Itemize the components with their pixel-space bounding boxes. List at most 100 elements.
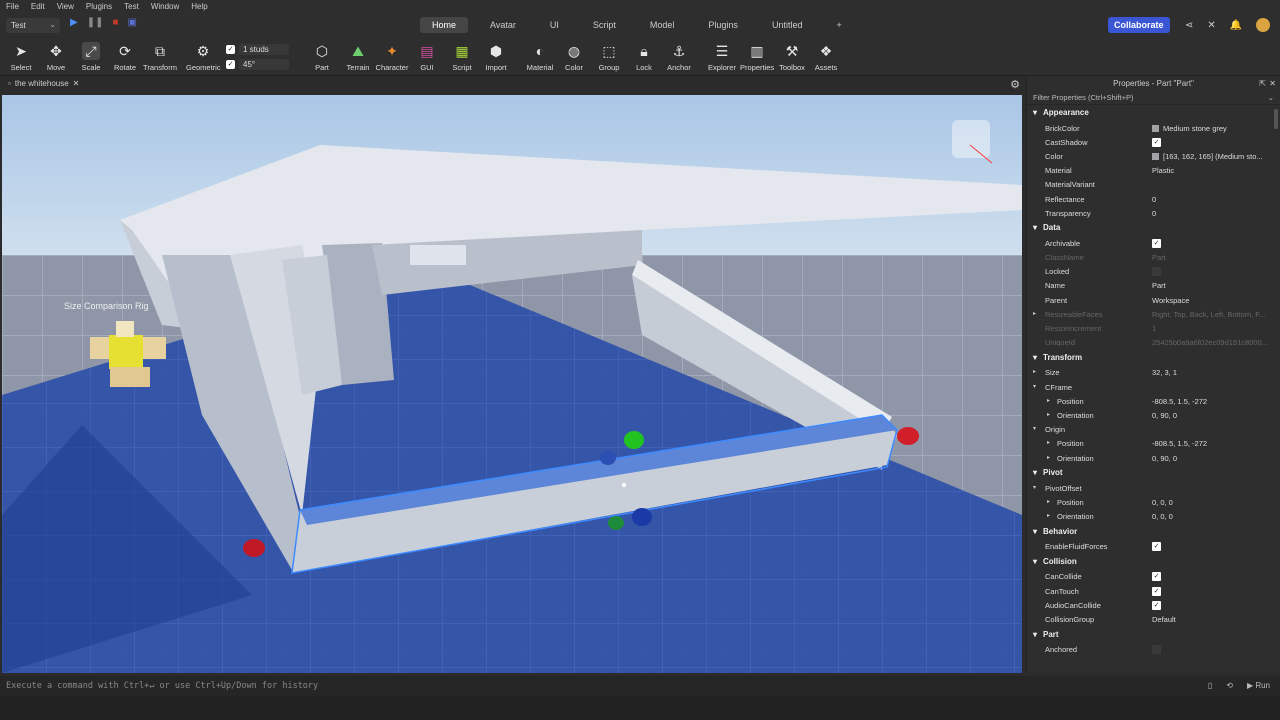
script-tool[interactable]: ▦ Script bbox=[445, 42, 479, 72]
fluidforces-checkbox[interactable]: ✓ bbox=[1152, 542, 1161, 552]
prop-enablefluidforces[interactable]: EnableFluidForces ✓ bbox=[1027, 540, 1280, 554]
notifications-icon[interactable]: 🔔 bbox=[1230, 20, 1242, 31]
collaborate-button[interactable]: Collaborate bbox=[1108, 17, 1170, 33]
menu-test[interactable]: Test bbox=[124, 2, 139, 11]
section-part[interactable]: ▾ Part bbox=[1027, 627, 1280, 643]
prop-value[interactable]: 32, 3, 1 bbox=[1152, 368, 1280, 377]
collapse-icon[interactable]: ▾ bbox=[1033, 425, 1036, 432]
section-collision[interactable]: ▾ Collision bbox=[1027, 554, 1280, 570]
stop-icon[interactable]: ■ bbox=[112, 17, 118, 28]
expand-icon[interactable]: ▸ bbox=[1047, 498, 1050, 505]
prop-cancollide[interactable]: CanCollide ✓ bbox=[1027, 570, 1280, 584]
cantouch-checkbox[interactable]: ✓ bbox=[1152, 586, 1161, 596]
prop-value[interactable]: Part bbox=[1152, 281, 1280, 290]
prop-brickcolor[interactable]: BrickColor Medium stone grey bbox=[1027, 121, 1280, 135]
tab-script[interactable]: Script bbox=[581, 17, 628, 33]
snap-rotate-input[interactable]: 45° bbox=[239, 59, 289, 70]
menu-edit[interactable]: Edit bbox=[31, 2, 45, 11]
pause-icon[interactable]: ❚❚ bbox=[87, 17, 104, 28]
place-selector[interactable]: Test ⌄ bbox=[6, 18, 60, 33]
select-tool[interactable]: ➤ Select bbox=[4, 42, 38, 72]
prop-value[interactable]: 0, 0, 0 bbox=[1152, 498, 1280, 507]
prop-origin[interactable]: ▾ Origin bbox=[1027, 423, 1280, 437]
prop-pivotoffset[interactable]: ▾ PivotOffset bbox=[1027, 481, 1280, 495]
expand-icon[interactable]: ▸ bbox=[1047, 454, 1050, 461]
prop-value[interactable]: 0, 90, 0 bbox=[1152, 454, 1280, 463]
menu-plugins[interactable]: Plugins bbox=[86, 2, 112, 11]
prop-castshadow[interactable]: CastShadow ✓ bbox=[1027, 135, 1280, 149]
cancollide-checkbox[interactable]: ✓ bbox=[1152, 572, 1161, 582]
color-tool[interactable]: ◍ Color bbox=[557, 42, 591, 72]
filter-properties-input[interactable]: Filter Properties (Ctrl+Shift+P) ⌄ bbox=[1027, 91, 1280, 105]
toolbox-tool[interactable]: ⚒ Toolbox bbox=[775, 42, 809, 72]
group-tool[interactable]: ⬚ Group bbox=[592, 42, 626, 72]
prop-value[interactable]: 0, 90, 0 bbox=[1152, 411, 1280, 420]
collapse-icon[interactable]: ▾ bbox=[1033, 383, 1036, 390]
prop-origin-position[interactable]: ▸ Position -808.5, 1.5, -272 bbox=[1027, 437, 1280, 451]
expand-icon[interactable]: ▸ bbox=[1047, 397, 1050, 404]
close-icon[interactable]: ✕ bbox=[1269, 77, 1276, 91]
tab-model[interactable]: Model bbox=[638, 17, 687, 33]
expand-icon[interactable]: ▸ bbox=[1047, 439, 1050, 446]
doc-tab-place[interactable]: ▫ the whitehouse ✕ bbox=[8, 79, 79, 88]
section-transform[interactable]: ▾ Transform bbox=[1027, 350, 1280, 366]
prop-color[interactable]: Color [163, 162, 165] (Medium sto... bbox=[1027, 149, 1280, 163]
prop-locked[interactable]: Locked bbox=[1027, 265, 1280, 279]
popout-icon[interactable]: ⇱ bbox=[1259, 77, 1266, 91]
scale-tool[interactable]: ⤢ Scale bbox=[74, 42, 108, 72]
command-bar[interactable]: Execute a command with Ctrl+↵ or use Ctr… bbox=[0, 676, 1280, 696]
prop-audiocancollide[interactable]: AudioCanCollide ✓ bbox=[1027, 598, 1280, 612]
team-create-icon[interactable]: ✕ bbox=[1207, 20, 1215, 31]
assets-tool[interactable]: ❖ Assets bbox=[809, 42, 843, 72]
expand-icon[interactable]: ▸ bbox=[1047, 512, 1050, 519]
transform-tool[interactable]: ⧉ Transform bbox=[143, 42, 177, 72]
menu-help[interactable]: Help bbox=[191, 2, 207, 11]
expand-icon[interactable]: ▸ bbox=[1033, 310, 1036, 317]
prop-parent[interactable]: Parent Workspace bbox=[1027, 293, 1280, 307]
prop-origin-orientation[interactable]: ▸ Orientation 0, 90, 0 bbox=[1027, 451, 1280, 465]
part-tool[interactable]: ⬡ Part bbox=[305, 42, 339, 72]
chevron-down-icon[interactable]: ⌄ bbox=[1268, 91, 1274, 105]
audiocancollide-checkbox[interactable]: ✓ bbox=[1152, 600, 1161, 610]
prop-value[interactable]: -808.5, 1.5, -272 bbox=[1152, 439, 1280, 448]
expand-icon[interactable]: ▸ bbox=[1033, 368, 1036, 375]
prop-value[interactable]: -808.5, 1.5, -272 bbox=[1152, 397, 1280, 406]
tab-plugins[interactable]: Plugins bbox=[696, 17, 750, 33]
share-icon[interactable]: ⋖ bbox=[1185, 20, 1193, 31]
gear-icon[interactable]: ⚙ bbox=[1010, 78, 1020, 91]
geometric-tool[interactable]: ⚙ Geometric bbox=[186, 42, 221, 72]
prop-resizeablefaces[interactable]: ▸ ResizeableFaces Right, Top, Back, Left, … bbox=[1027, 307, 1280, 321]
locked-checkbox[interactable] bbox=[1152, 267, 1161, 277]
anchored-checkbox[interactable] bbox=[1152, 645, 1161, 655]
collapse-icon[interactable]: ▾ bbox=[1033, 484, 1036, 491]
section-appearance[interactable]: ▾ Appearance bbox=[1027, 105, 1280, 121]
tab-home[interactable]: Home bbox=[420, 17, 469, 33]
prop-value[interactable]: 0, 0, 0 bbox=[1152, 512, 1280, 521]
prop-pivot-orientation[interactable]: ▸ Orientation 0, 0, 0 bbox=[1027, 510, 1280, 524]
rotate-tool[interactable]: ⟳ Rotate bbox=[108, 42, 142, 72]
prop-size[interactable]: ▸ Size 32, 3, 1 bbox=[1027, 366, 1280, 380]
explorer-tool[interactable]: ☰ Explorer bbox=[705, 42, 739, 72]
menu-window[interactable]: Window bbox=[151, 2, 179, 11]
tab-untitled[interactable]: Untitled bbox=[760, 17, 815, 33]
prop-reflectance[interactable]: Reflectance 0 bbox=[1027, 192, 1280, 206]
snap-move-input[interactable]: 1 studs bbox=[239, 44, 289, 55]
prop-pivot-position[interactable]: ▸ Position 0, 0, 0 bbox=[1027, 495, 1280, 509]
material-tool[interactable]: ◐ Material bbox=[523, 42, 557, 72]
prop-name[interactable]: Name Part bbox=[1027, 279, 1280, 293]
castshadow-checkbox[interactable]: ✓ bbox=[1152, 137, 1161, 147]
prop-cframe[interactable]: ▾ CFrame bbox=[1027, 380, 1280, 394]
avatar[interactable] bbox=[1256, 18, 1271, 32]
prop-cframe-orientation[interactable]: ▸ Orientation 0, 90, 0 bbox=[1027, 408, 1280, 422]
prop-collisiongroup[interactable]: CollisionGroup Default bbox=[1027, 612, 1280, 626]
snap-move-checkbox[interactable]: ✓ bbox=[226, 45, 235, 54]
run-button[interactable]: ▶ Run bbox=[1247, 676, 1270, 696]
prop-transparency[interactable]: Transparency 0 bbox=[1027, 206, 1280, 220]
close-icon[interactable]: ✕ bbox=[73, 79, 80, 88]
scrollbar[interactable] bbox=[1274, 109, 1278, 129]
section-data[interactable]: ▾ Data bbox=[1027, 220, 1280, 236]
anchor-tool[interactable]: ⚓︎ Anchor bbox=[662, 42, 696, 72]
prop-material[interactable]: Material Plastic bbox=[1027, 164, 1280, 178]
menu-file[interactable]: File bbox=[6, 2, 19, 11]
history-icon[interactable]: ⟲ bbox=[1226, 676, 1233, 696]
